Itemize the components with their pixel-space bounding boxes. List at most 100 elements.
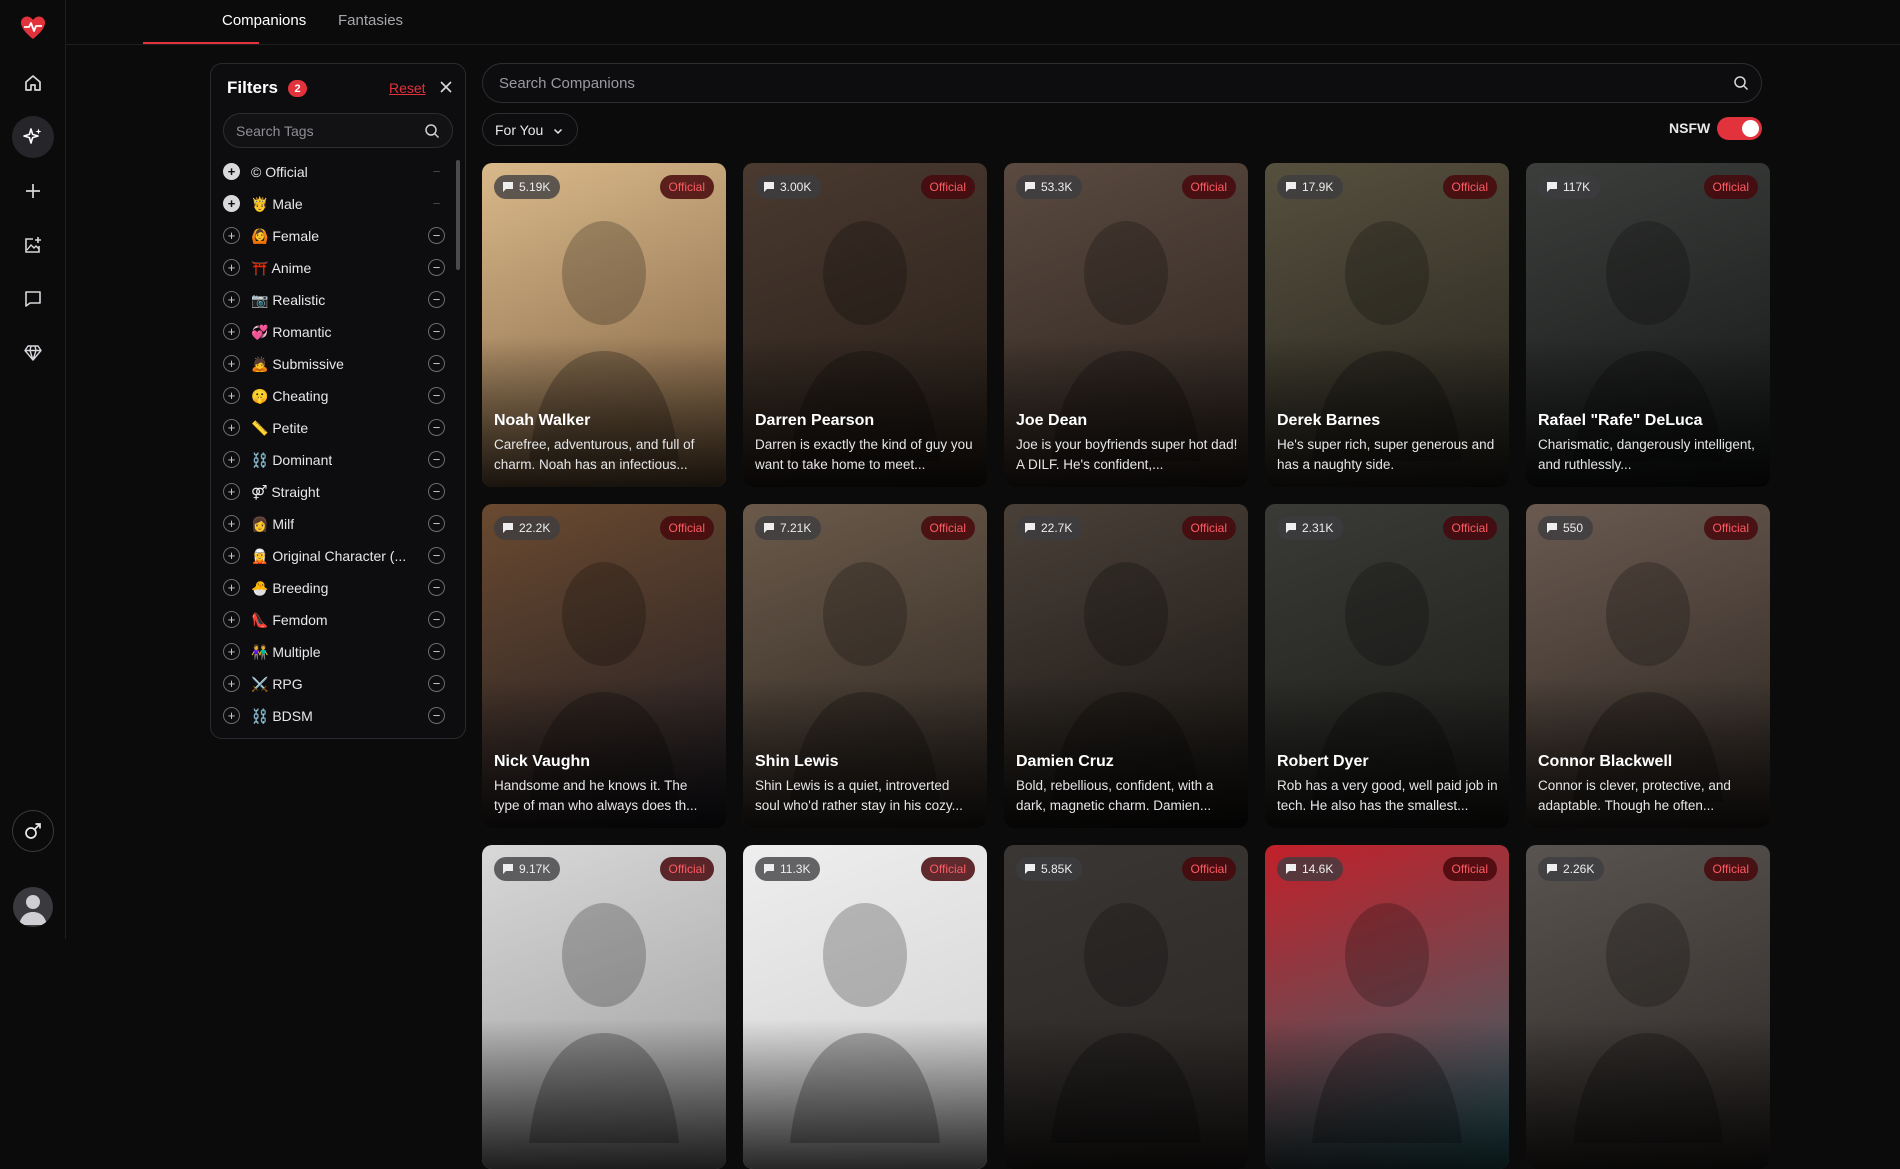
include-tag-icon[interactable]: + [223, 323, 240, 340]
home-icon[interactable] [12, 62, 54, 104]
companion-name: Shin Lewis [755, 753, 839, 770]
companion-card[interactable]: 11.3K Official [743, 845, 987, 1169]
nsfw-toggle[interactable] [1717, 117, 1762, 140]
reset-button[interactable]: Reset [389, 80, 426, 96]
tag-row: + 🤴 Male − [211, 188, 457, 220]
exclude-tag-icon[interactable]: − [428, 451, 445, 468]
include-tag-icon[interactable]: + [223, 643, 240, 660]
chat-count: 117K [1563, 180, 1591, 194]
companion-card[interactable]: 22.2K Official Nick Vaughn Handsome and he … [482, 504, 726, 828]
exclude-tag-icon[interactable]: − [428, 323, 445, 340]
heart-logo-icon[interactable] [19, 14, 47, 42]
image-plus-icon[interactable] [12, 224, 54, 266]
exclude-tag-icon[interactable]: − [428, 707, 445, 724]
sort-dropdown[interactable]: For You [482, 113, 578, 146]
exclude-tag-icon[interactable]: − [428, 163, 445, 180]
tag-list-scrollbar[interactable] [456, 160, 460, 270]
companion-card[interactable]: 53.3K Official Joe Dean Joe is your boyfrie… [1004, 163, 1248, 487]
tag-search-input[interactable] [236, 114, 416, 147]
tab-fantasies[interactable]: Fantasies [338, 12, 403, 43]
tag-label: 📷 Realistic [251, 292, 326, 308]
exclude-tag-icon[interactable]: − [428, 675, 445, 692]
exclude-tag-icon[interactable]: − [428, 291, 445, 308]
official-badge: Official [659, 175, 714, 199]
include-tag-icon[interactable]: + [223, 515, 240, 532]
tag-search [223, 113, 453, 148]
include-tag-icon[interactable]: + [223, 259, 240, 276]
tab-companions[interactable]: Companions [222, 12, 306, 43]
companion-card[interactable]: 14.6K Official [1265, 845, 1509, 1169]
exclude-tag-icon[interactable]: − [428, 355, 445, 372]
companion-card[interactable]: 22.7K Official Damien Cruz Bold, rebellious… [1004, 504, 1248, 828]
include-tag-icon[interactable]: + [223, 451, 240, 468]
include-tag-icon[interactable]: + [223, 291, 240, 308]
exclude-tag-icon[interactable]: − [428, 227, 445, 244]
search-icon[interactable] [424, 123, 440, 144]
include-tag-icon[interactable]: + [223, 387, 240, 404]
include-tag-icon[interactable]: + [223, 675, 240, 692]
include-tag-icon[interactable]: + [223, 707, 240, 724]
search-icon[interactable] [1733, 75, 1749, 96]
companion-card[interactable]: 7.21K Official Shin Lewis Shin Lewis is a q… [743, 504, 987, 828]
include-tag-icon[interactable]: + [223, 419, 240, 436]
search-input[interactable] [499, 64, 1699, 102]
filter-count-badge: 2 [288, 80, 307, 97]
exclude-tag-icon[interactable]: − [428, 195, 445, 212]
companion-card[interactable]: 2.31K Official Robert Dyer Rob has a very g… [1265, 504, 1509, 828]
diamond-icon[interactable] [12, 332, 54, 374]
male-icon[interactable] [12, 810, 54, 852]
include-tag-icon[interactable]: + [223, 195, 240, 212]
exclude-tag-icon[interactable]: − [428, 387, 445, 404]
chat-bubble-icon [764, 523, 774, 533]
chat-bubble-icon [1286, 523, 1296, 533]
include-tag-icon[interactable]: + [223, 163, 240, 180]
companion-card[interactable]: 5.19K Official Noah Walker Carefree, advent… [482, 163, 726, 487]
card-gradient [1004, 1019, 1248, 1169]
include-tag-icon[interactable]: + [223, 483, 240, 500]
exclude-tag-icon[interactable]: − [428, 259, 445, 276]
include-tag-icon[interactable]: + [223, 547, 240, 564]
official-badge: Official [659, 516, 714, 540]
tag-row: + 🐣 Breeding − [211, 572, 457, 604]
chat-count: 5.85K [1041, 862, 1073, 876]
tag-row: + ⛓️ Dominant − [211, 444, 457, 476]
chat-icon[interactable] [12, 278, 54, 320]
exclude-tag-icon[interactable]: − [428, 419, 445, 436]
exclude-tag-icon[interactable]: − [428, 579, 445, 596]
sparkles-icon[interactable] [12, 116, 54, 158]
chat-count: 3.00K [780, 180, 812, 194]
companion-card[interactable]: 5.85K Official [1004, 845, 1248, 1169]
include-tag-icon[interactable]: + [223, 227, 240, 244]
chat-count: 22.7K [1041, 521, 1073, 535]
official-badge: Official [1442, 516, 1497, 540]
companion-card[interactable]: 3.00K Official Darren Pearson Darren is exa… [743, 163, 987, 487]
companion-card[interactable]: 550 Official Connor Blackwell Connor is cle… [1526, 504, 1770, 828]
official-badge: Official [659, 857, 714, 881]
exclude-tag-icon[interactable]: − [428, 643, 445, 660]
official-badge: Official [1181, 516, 1236, 540]
avatar[interactable] [13, 887, 53, 927]
include-tag-icon[interactable]: + [223, 355, 240, 372]
companion-name: Derek Barnes [1277, 412, 1381, 429]
chat-count: 22.2K [519, 521, 551, 535]
tag-label: 🤫 Cheating [251, 388, 329, 404]
companion-description: Connor is clever, protective, and adapta… [1538, 778, 1731, 813]
companion-card[interactable]: 117K Official Rafael "Rafe" DeLuca Charisma… [1526, 163, 1770, 487]
chat-count: 5.19K [519, 180, 551, 194]
exclude-tag-icon[interactable]: − [428, 611, 445, 628]
plus-icon[interactable] [12, 170, 54, 212]
companion-name: Joe Dean [1016, 412, 1088, 429]
include-tag-icon[interactable]: + [223, 611, 240, 628]
companion-card[interactable]: 9.17K Official [482, 845, 726, 1169]
companion-card[interactable]: 2.26K Official [1526, 845, 1770, 1169]
include-tag-icon[interactable]: + [223, 579, 240, 596]
companion-description: Rob has a very good, well paid job in te… [1277, 778, 1498, 813]
exclude-tag-icon[interactable]: − [428, 515, 445, 532]
close-icon[interactable] [437, 78, 455, 96]
exclude-tag-icon[interactable]: − [428, 483, 445, 500]
chat-count-badge: 17.9K [1277, 175, 1344, 199]
tag-label: 🙇 Submissive [251, 356, 344, 372]
exclude-tag-icon[interactable]: − [428, 547, 445, 564]
companion-card[interactable]: 17.9K Official Derek Barnes He's super rich… [1265, 163, 1509, 487]
chat-count: 9.17K [519, 862, 551, 876]
